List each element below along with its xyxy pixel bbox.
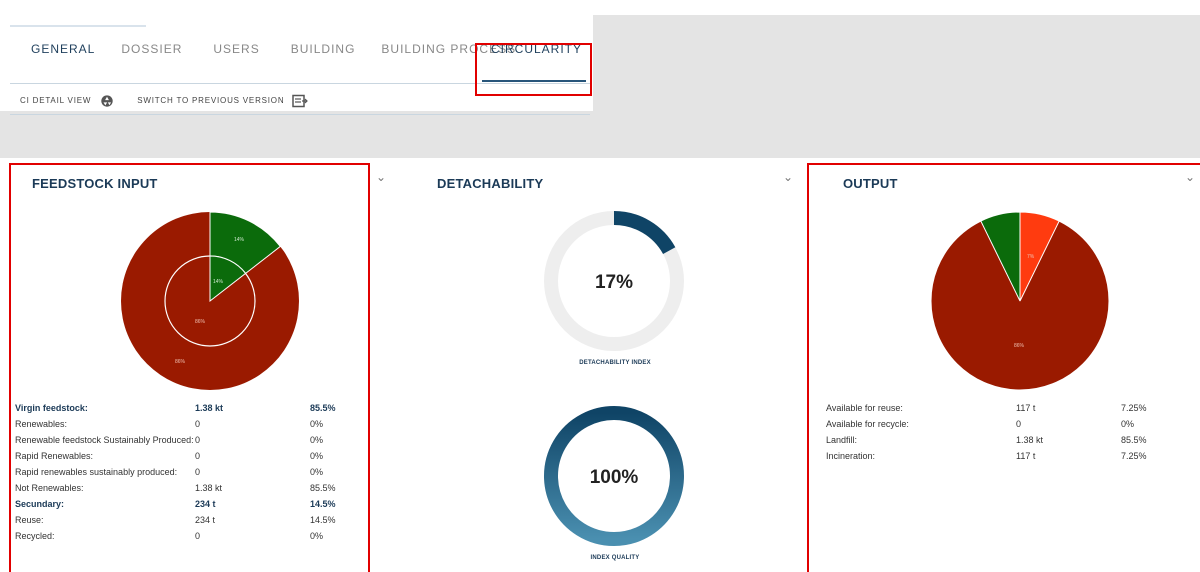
feedstock-row: Renewables: 0 0% xyxy=(15,418,345,434)
circularity-page: GENERAL DOSSIER USERS BUILDING BUILDING … xyxy=(0,0,1200,572)
switch-previous-version-link[interactable]: SWITCH TO PREVIOUS VERSION xyxy=(137,94,309,108)
output-row-label: Available for recycle: xyxy=(826,419,909,429)
output-row-value: 0 xyxy=(1016,419,1022,429)
feedstock-row-value: 0 xyxy=(195,435,201,445)
detachability-index-arc xyxy=(613,211,676,255)
tab-card-accent xyxy=(10,25,146,27)
detachability-index-value: 17% xyxy=(595,272,633,293)
detachability-index-caption: DETACHABILITY INDEX xyxy=(579,360,651,366)
feedstock-outer-label-green: 14% xyxy=(234,237,245,243)
feedstock-row-value: 234 t xyxy=(195,499,216,509)
feedstock-row: Rapid Renewables: 0 0% xyxy=(15,450,345,466)
feedstock-inner-pie xyxy=(164,255,256,347)
feedstock-row: Not Renewables: 1.38 kt 85.5% xyxy=(15,482,345,498)
feedstock-row-value: 0 xyxy=(195,419,201,429)
feedstock-row: Secundary: 234 t 14.5% xyxy=(15,498,345,514)
output-row: Incineration: 117 t 7.25% xyxy=(826,450,1156,466)
feedstock-row: Rapid renewables sustainably produced: 0 0… xyxy=(15,466,345,482)
output-collapse-chevron-icon[interactable]: ⌄ xyxy=(1185,170,1195,184)
output-row-pct: 7.25% xyxy=(1121,403,1147,413)
feedstock-row: Virgin feedstock: 1.38 kt 85.5% xyxy=(15,402,345,418)
feedstock-collapse-chevron-icon[interactable]: ⌄ xyxy=(376,170,386,184)
feedstock-row-label: Rapid renewables sustainably produced: xyxy=(15,467,178,477)
feedstock-row-label: Renewable feedstock Sustainably Produced… xyxy=(15,435,194,445)
feedstock-row-value: 1.38 kt xyxy=(195,403,224,413)
feedstock-row-value: 0 xyxy=(195,531,201,541)
feedstock-row-pct: 14.5% xyxy=(310,515,336,525)
ci-detail-view-label: CI DETAIL VIEW xyxy=(20,96,92,105)
feedstock-row-pct: 0% xyxy=(310,419,324,429)
feedstock-row: Reuse: 234 t 14.5% xyxy=(15,514,345,530)
feedstock-outer-label-red: 86% xyxy=(175,359,186,365)
output-row-value: 1.38 kt xyxy=(1016,435,1044,445)
output-row-label: Landfill: xyxy=(826,435,858,445)
feedstock-row-value: 234 t xyxy=(195,515,216,525)
sub-toolbar: CI DETAIL VIEW SWITCH TO PREVIOUS VERSIO… xyxy=(10,87,590,115)
output-row-label: Available for reuse: xyxy=(826,403,903,413)
feedstock-row-pct: 0% xyxy=(310,467,324,477)
index-quality-value: 100% xyxy=(590,467,639,488)
output-label-orange: 7% xyxy=(1027,254,1035,260)
output-row-value: 117 t xyxy=(1016,403,1036,413)
output-row-label: Incineration: xyxy=(826,451,876,461)
output-row-value: 117 t xyxy=(1016,451,1036,461)
feedstock-row-value: 1.38 kt xyxy=(195,483,223,493)
feedstock-title: FEEDSTOCK INPUT xyxy=(32,176,158,191)
switch-previous-version-label: SWITCH TO PREVIOUS VERSION xyxy=(137,96,285,105)
feedstock-row-pct: 85.5% xyxy=(310,403,336,413)
feedstock-row-label: Rapid Renewables: xyxy=(15,451,94,461)
switch-version-icon xyxy=(292,94,309,107)
output-row-pct: 85.5% xyxy=(1121,435,1147,445)
tab-general[interactable]: GENERAL xyxy=(10,42,106,84)
output-slices xyxy=(930,211,1110,391)
feedstock-row: Renewable feedstock Sustainably Produced… xyxy=(15,434,345,450)
feedstock-row-label: Virgin feedstock: xyxy=(15,403,88,413)
feedstock-row-value: 0 xyxy=(195,451,201,461)
feedstock-row-pct: 0% xyxy=(310,435,324,445)
detachability-index-ring: 17% xyxy=(544,211,684,351)
output-title: OUTPUT xyxy=(843,176,898,191)
feedstock-row: Recycled: 0 0% xyxy=(15,530,345,546)
tab-users[interactable]: USERS xyxy=(193,42,270,84)
feedstock-values-table: Virgin feedstock: 1.38 kt 85.5% Renewables:… xyxy=(15,402,345,546)
feedstock-row-pct: 14.5% xyxy=(310,499,336,509)
recycle-icon xyxy=(101,94,113,107)
detachability-title: DETACHABILITY xyxy=(437,176,544,191)
output-pie-chart: 7% 86% xyxy=(930,211,1110,391)
output-row-pct: 0% xyxy=(1121,419,1135,429)
detachability-collapse-chevron-icon[interactable]: ⌄ xyxy=(783,170,793,184)
feedstock-row-pct: 0% xyxy=(310,531,324,541)
feedstock-row-label: Reuse: xyxy=(15,515,44,525)
feedstock-row-pct: 85.5% xyxy=(310,483,336,493)
tab-card: GENERAL DOSSIER USERS BUILDING BUILDING … xyxy=(0,15,593,115)
feedstock-inner-label-red: 86% xyxy=(195,319,206,325)
feedstock-row-pct: 0% xyxy=(310,451,324,461)
feedstock-row-label: Renewables: xyxy=(15,419,68,429)
output-label-red: 86% xyxy=(1014,343,1025,349)
tab-building[interactable]: BUILDING xyxy=(271,42,367,84)
ci-detail-view-link[interactable]: CI DETAIL VIEW xyxy=(20,94,115,108)
output-row: Landfill: 1.38 kt 85.5% xyxy=(826,434,1156,450)
feedstock-row-label: Secundary: xyxy=(15,499,65,509)
feedstock-row-value: 0 xyxy=(195,467,201,477)
tab-dossier[interactable]: DOSSIER xyxy=(106,42,193,84)
feedstock-inner-label-green: 14% xyxy=(213,279,224,285)
feedstock-row-label: Recycled: xyxy=(15,531,55,541)
feedstock-pie-chart: 14% 86% 14% 86% xyxy=(121,211,299,390)
output-row: Available for recycle: 0 0% xyxy=(826,418,1156,434)
output-row: Available for reuse: 117 t 7.25% xyxy=(826,402,1156,418)
index-quality-ring: 100% xyxy=(544,406,684,546)
index-quality-caption: INDEX QUALITY xyxy=(590,555,640,561)
output-row-pct: 7.25% xyxy=(1121,451,1147,461)
output-values-table: Available for reuse: 117 t 7.25% Available … xyxy=(826,402,1156,466)
feedstock-row-label: Not Renewables: xyxy=(15,483,84,493)
